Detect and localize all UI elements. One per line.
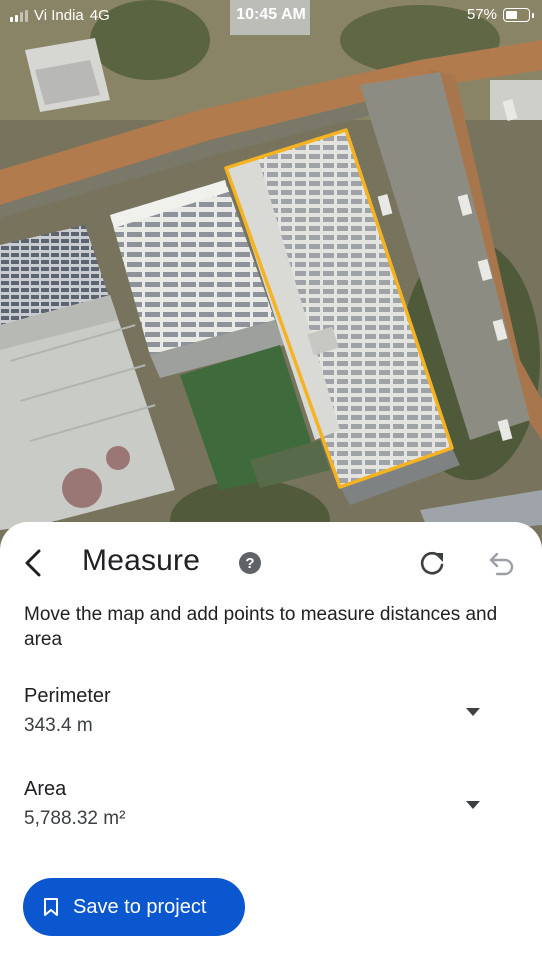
save-button-label: Save to project: [73, 895, 207, 918]
caret-down-icon: [466, 708, 480, 716]
chevron-left-icon: [25, 549, 41, 577]
measure-sheet: Measure ? Move the map and add points to…: [0, 522, 542, 965]
help-circle-icon[interactable]: ?: [239, 552, 261, 574]
bookmark-icon: [44, 898, 58, 916]
redo-button[interactable]: [414, 548, 450, 578]
undo-icon: [489, 552, 514, 576]
redo-icon: [420, 551, 444, 575]
battery-level: [506, 10, 517, 19]
caret-down-icon: [466, 801, 480, 809]
perimeter-unit-dropdown[interactable]: [460, 699, 486, 725]
perimeter-label: Perimeter: [24, 685, 111, 707]
undo-button[interactable]: [484, 548, 520, 578]
status-bar-right: 57%: [466, 6, 534, 23]
area-row[interactable]: Area 5,788.32 m²: [0, 778, 542, 848]
satellite-map[interactable]: [0, 0, 542, 560]
area-label: Area: [24, 778, 67, 800]
sheet-header: Measure ?: [0, 522, 542, 602]
back-button[interactable]: [16, 546, 50, 580]
battery-percent: 57%: [466, 6, 497, 23]
page-title: Measure: [82, 544, 201, 577]
satellite-imagery: [0, 0, 542, 560]
status-time: 10:45 AM: [236, 6, 306, 23]
status-bar: Vi India 4G 10:45 AM 57%: [0, 0, 542, 32]
battery-icon: [503, 7, 534, 22]
perimeter-row[interactable]: Perimeter 343.4 m: [0, 685, 542, 755]
area-value: 5,788.32 m²: [24, 808, 126, 829]
perimeter-value: 343.4 m: [24, 715, 93, 736]
instructions-text: Move the map and add points to measure d…: [24, 604, 498, 650]
save-to-project-button[interactable]: Save to project: [23, 878, 245, 936]
area-unit-dropdown[interactable]: [460, 792, 486, 818]
